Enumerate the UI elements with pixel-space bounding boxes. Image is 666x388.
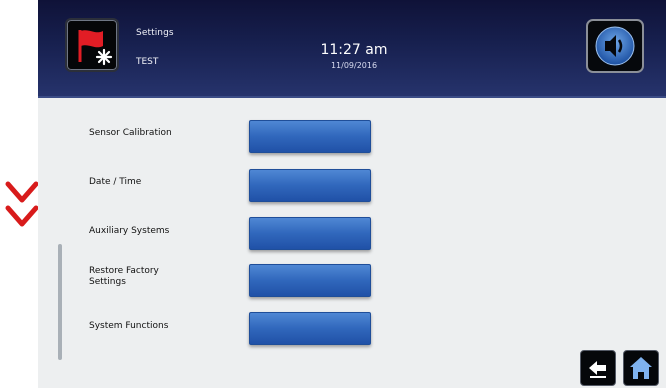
menu-row-date-time: Date / Time [38, 165, 666, 202]
menu-row-sensor-calibration: Sensor Calibration [38, 116, 666, 153]
menu-row-system-functions: System Functions [38, 310, 666, 346]
date-time-label: Date / Time [89, 177, 142, 187]
menu-row-restore-factory-settings: Restore Factory Settings [38, 262, 666, 298]
restore-factory-settings-button[interactable] [249, 264, 371, 297]
system-functions-label: System Functions [89, 321, 169, 331]
flag-icon [78, 30, 113, 66]
mode-subtitle: TEST [136, 57, 159, 67]
device-screen: Settings TEST 11:27 am 11/09/2016 Sensor… [38, 0, 666, 388]
home-icon [630, 357, 652, 379]
double-chevron-down-icon [5, 181, 39, 227]
mode-title: Settings [136, 28, 174, 38]
speaker-icon [595, 26, 635, 66]
clock-date: 11/09/2016 [330, 61, 378, 70]
auxiliary-systems-label: Auxiliary Systems [89, 226, 170, 236]
home-button[interactable] [623, 350, 659, 386]
clock-time: 11:27 am [320, 42, 388, 58]
sensor-calibration-label: Sensor Calibration [89, 128, 172, 138]
page: Settings TEST 11:27 am 11/09/2016 Sensor… [0, 0, 666, 388]
mode-button[interactable] [65, 18, 119, 72]
menu-row-auxiliary-systems: Auxiliary Systems [38, 213, 666, 250]
date-time-button[interactable] [249, 169, 371, 202]
system-functions-button[interactable] [249, 312, 371, 345]
header-bar: Settings TEST 11:27 am 11/09/2016 [38, 0, 666, 98]
scrollbar[interactable] [58, 244, 62, 360]
auxiliary-systems-button[interactable] [249, 217, 371, 250]
restore-factory-settings-label: Restore Factory Settings [89, 266, 159, 287]
back-button[interactable] [580, 350, 616, 386]
sensor-calibration-button[interactable] [249, 120, 371, 153]
back-arrow-icon [589, 361, 606, 378]
volume-button[interactable] [586, 19, 644, 73]
